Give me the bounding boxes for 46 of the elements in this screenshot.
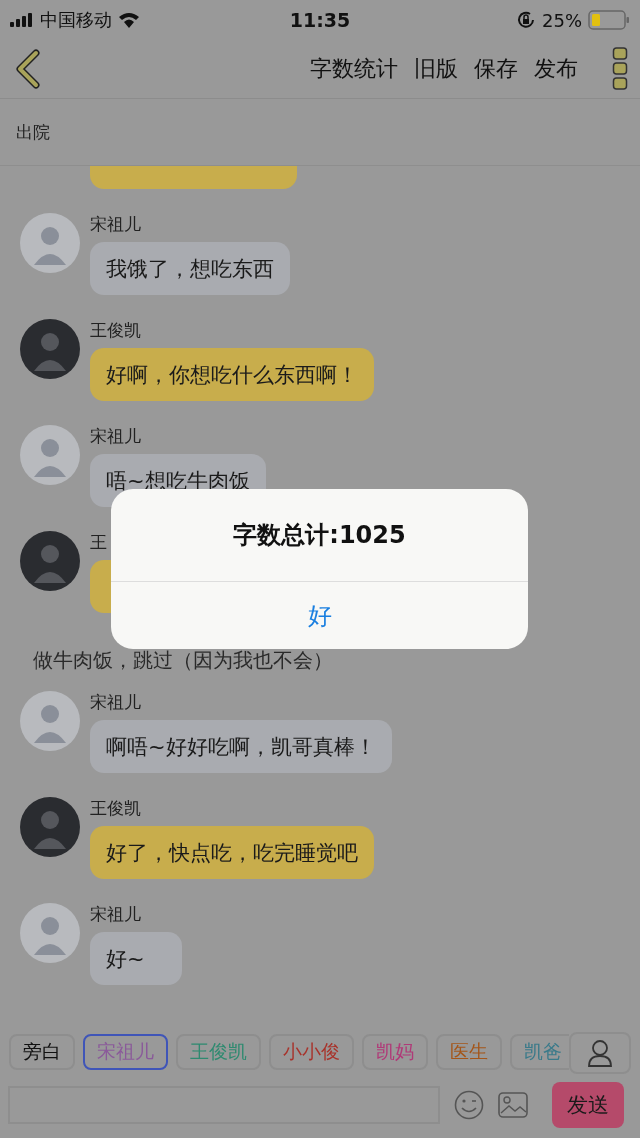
message-bubble: 好了，快点吃，吃完睡觉吧 (90, 826, 374, 879)
ok-button[interactable]: 好 (111, 582, 528, 649)
speaker-name: 王俊凯 (90, 798, 141, 818)
rotation-lock-icon (516, 10, 536, 30)
speaker-name: 王俊凯 (90, 320, 141, 340)
character-chip[interactable]: 宋祖儿 (83, 1034, 168, 1070)
avatar (20, 691, 80, 751)
message-bubble: 好~ (90, 932, 182, 985)
signal-icon (10, 13, 34, 27)
send-button[interactable]: 发送 (552, 1082, 624, 1128)
avatar (20, 903, 80, 963)
speaker-name: 宋祖儿 (90, 904, 141, 924)
character-chip[interactable]: 医生 (436, 1034, 502, 1070)
wifi-icon (118, 12, 140, 28)
character-chip[interactable]: 凯妈 (362, 1034, 428, 1070)
back-icon[interactable] (14, 49, 42, 89)
avatar (20, 213, 80, 273)
avatar (20, 531, 80, 591)
image-icon[interactable] (498, 1092, 528, 1118)
header-action[interactable]: 发布 (526, 54, 586, 84)
message-bubble: 我饿了，想吃东西 (90, 242, 290, 295)
character-chip[interactable]: 小小俊 (269, 1034, 354, 1070)
scene-title: 出院 (16, 120, 50, 144)
avatar (20, 319, 80, 379)
more-icon[interactable] (612, 47, 628, 91)
speaker-name: 宋祖儿 (90, 214, 141, 234)
speaker-name: 宋祖儿 (90, 426, 141, 446)
battery-percent: 25% (542, 9, 582, 31)
avatar (20, 425, 80, 485)
person-icon (588, 1039, 612, 1067)
avatar (20, 797, 80, 857)
header-action[interactable]: 保存 (466, 54, 526, 84)
speaker-name: 宋祖儿 (90, 692, 141, 712)
carrier-name: 中国移动 (40, 8, 112, 32)
emoji-icon[interactable] (454, 1090, 484, 1120)
character-chip[interactable]: 旁白 (9, 1034, 75, 1070)
message-bubble: 好啊，你想吃什么东西啊！ (90, 348, 374, 401)
alert-title: 字数总计:1025 (233, 520, 406, 551)
header-action[interactable]: 字数统计 (302, 54, 406, 84)
message-bubble: 啊唔~好好吃啊，凯哥真棒！ (90, 720, 392, 773)
header-action[interactable]: 旧版 (406, 54, 466, 84)
person-button[interactable] (569, 1032, 631, 1074)
speaker-name: 王 (90, 532, 107, 552)
narration-text: 做牛肉饭，跳过（因为我也不会） (32, 647, 334, 674)
clock-time: 11:35 (289, 9, 351, 31)
battery-icon (588, 10, 630, 30)
